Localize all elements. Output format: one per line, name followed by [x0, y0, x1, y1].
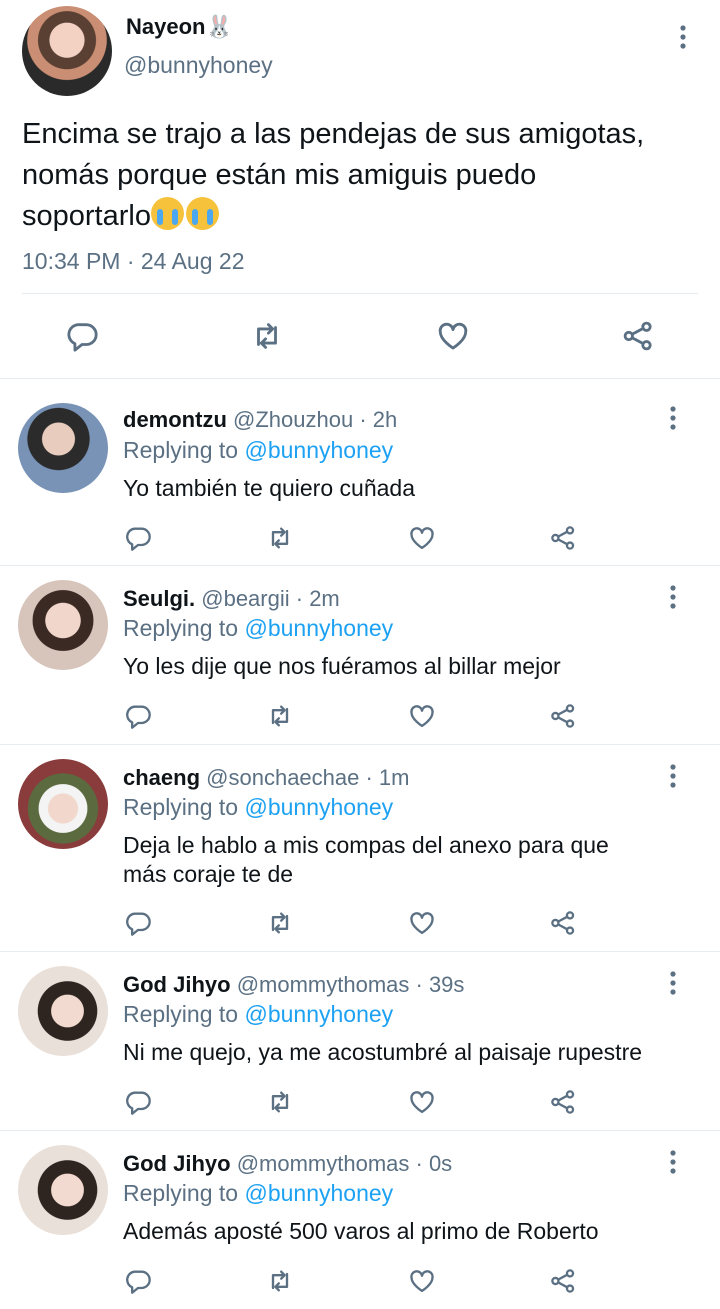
reply-text: Yo también te quiero cuñada [123, 475, 415, 501]
replying-to-link[interactable]: @bunnyhoney [244, 1001, 393, 1027]
reply-icon[interactable] [122, 907, 154, 939]
reply-author[interactable]: God Jihyo @mommythomas · 39s [123, 972, 464, 998]
share-icon[interactable] [547, 522, 579, 554]
more-options-icon[interactable] [662, 584, 684, 610]
reply-actions [0, 1265, 720, 1297]
reply-icon[interactable] [122, 1086, 154, 1118]
like-icon[interactable] [406, 522, 438, 554]
reply-time: · 1m [359, 765, 410, 790]
reply-actions [0, 907, 720, 939]
reply-tweet[interactable]: chaeng @sonchaechae · 1m Replying to @bu… [0, 745, 720, 952]
reply-actions [0, 522, 720, 554]
like-icon[interactable] [406, 907, 438, 939]
avatar[interactable] [18, 580, 108, 670]
author-handle: @Zhouzhou [233, 407, 354, 432]
avatar[interactable] [18, 403, 108, 493]
like-icon[interactable] [406, 1265, 438, 1297]
crying-emoji [150, 197, 221, 232]
like-icon[interactable] [406, 1086, 438, 1118]
replying-to: Replying to @bunnyhoney [123, 615, 393, 642]
reply-icon[interactable] [122, 1265, 154, 1297]
replying-to: Replying to @bunnyhoney [123, 437, 393, 464]
reply-text: Además aposté 500 varos al primo de Robe… [123, 1218, 599, 1244]
reply-author[interactable]: chaeng @sonchaechae · 1m [123, 765, 410, 791]
replying-to-label: Replying to [123, 794, 245, 820]
author-handle: @beargii [201, 586, 290, 611]
avatar[interactable] [22, 6, 112, 96]
reply-icon[interactable] [122, 700, 154, 732]
tweet-actions [0, 316, 720, 356]
share-icon[interactable] [547, 1265, 579, 1297]
like-icon[interactable] [406, 700, 438, 732]
replying-to-link[interactable]: @bunnyhoney [244, 1180, 393, 1206]
retweet-icon[interactable] [264, 700, 296, 732]
retweet-icon[interactable] [264, 907, 296, 939]
replying-to: Replying to @bunnyhoney [123, 794, 393, 821]
reply-tweet[interactable]: demontzu @Zhouzhou · 2h Replying to @bun… [0, 379, 720, 566]
avatar[interactable] [18, 966, 108, 1056]
divider [22, 293, 698, 294]
replying-to-label: Replying to [123, 437, 245, 463]
more-options-icon[interactable] [662, 970, 684, 996]
main-tweet: Nayeon🐰 @bunnyhoney Encima se trajo a la… [0, 0, 720, 379]
replying-to-label: Replying to [123, 1180, 245, 1206]
reply-icon[interactable] [122, 522, 154, 554]
author-name: Seulgi. [123, 586, 196, 611]
reply-time: · 39s [409, 972, 465, 997]
author-name: chaeng [123, 765, 201, 790]
more-options-icon[interactable] [662, 763, 684, 789]
reply-actions [0, 1086, 720, 1118]
share-icon[interactable] [547, 907, 579, 939]
reply-icon[interactable] [62, 316, 102, 356]
author-name: demontzu [123, 407, 227, 432]
reply-time: · 2h [353, 407, 398, 432]
retweet-icon[interactable] [247, 316, 287, 356]
author-handle: @sonchaechae [206, 765, 360, 790]
reply-actions [0, 700, 720, 732]
reply-time: · 0s [409, 1151, 453, 1176]
author-name[interactable]: Nayeon🐰 [126, 14, 233, 40]
avatar[interactable] [18, 759, 108, 849]
retweet-icon[interactable] [264, 522, 296, 554]
tweet-text: Encima se trajo a las pendejas de sus am… [22, 114, 712, 237]
replying-to-link[interactable]: @bunnyhoney [244, 794, 393, 820]
avatar[interactable] [18, 1145, 108, 1235]
author-handle[interactable]: @bunnyhoney [124, 52, 273, 79]
more-options-icon[interactable] [662, 405, 684, 431]
retweet-icon[interactable] [264, 1086, 296, 1118]
reply-text: Ni me quejo, ya me acostumbré al paisaje… [123, 1039, 643, 1065]
replying-to: Replying to @bunnyhoney [123, 1180, 393, 1207]
share-icon[interactable] [547, 1086, 579, 1118]
replying-to: Replying to @bunnyhoney [123, 1001, 393, 1028]
author-name: God Jihyo [123, 1151, 231, 1176]
replying-to-link[interactable]: @bunnyhoney [244, 615, 393, 641]
reply-text: Deja le hablo a mis compas del anexo par… [123, 832, 609, 887]
author-handle: @mommythomas [236, 1151, 410, 1176]
author-name: God Jihyo [123, 972, 231, 997]
tweet-text-body: Encima se trajo a las pendejas de sus am… [22, 118, 645, 232]
reply-author[interactable]: demontzu @Zhouzhou · 2h [123, 407, 397, 433]
reply-time: · 2m [289, 586, 340, 611]
share-icon[interactable] [547, 700, 579, 732]
tweet-timestamp[interactable]: 10:34 PM · 24 Aug 22 [22, 248, 245, 275]
reply-author[interactable]: Seulgi. @beargii · 2m [123, 586, 340, 612]
replying-to-label: Replying to [123, 615, 245, 641]
reply-tweet[interactable]: Seulgi. @beargii · 2m Replying to @bunny… [0, 566, 720, 745]
like-icon[interactable] [433, 316, 473, 356]
retweet-icon[interactable] [264, 1265, 296, 1297]
more-options-icon[interactable] [672, 24, 694, 50]
replying-to-link[interactable]: @bunnyhoney [244, 437, 393, 463]
author-handle: @mommythomas [236, 972, 410, 997]
reply-text: Yo les dije que nos fuéramos al billar m… [123, 653, 561, 679]
more-options-icon[interactable] [662, 1149, 684, 1175]
reply-author[interactable]: God Jihyo @mommythomas · 0s [123, 1151, 452, 1177]
reply-tweet[interactable]: God Jihyo @mommythomas · 0s Replying to … [0, 1131, 720, 1309]
replying-to-label: Replying to [123, 1001, 245, 1027]
reply-tweet[interactable]: God Jihyo @mommythomas · 39s Replying to… [0, 952, 720, 1131]
share-icon[interactable] [618, 316, 658, 356]
